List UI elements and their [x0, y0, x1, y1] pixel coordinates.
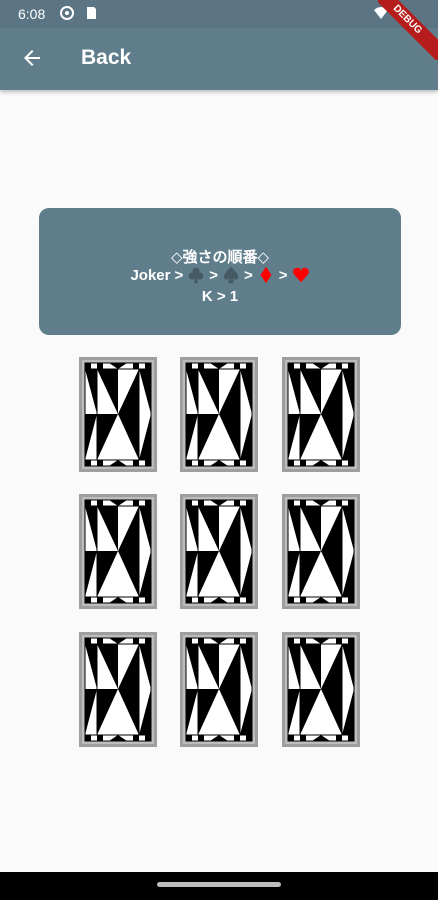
club-icon	[189, 267, 204, 284]
spade-icon	[223, 266, 239, 284]
playing-card-back[interactable]	[282, 357, 360, 472]
heart-icon	[292, 267, 309, 283]
status-time: 6:08	[18, 6, 46, 22]
separator: >	[209, 266, 219, 284]
status-bar: 6:08	[0, 0, 438, 28]
separator: >	[278, 266, 288, 284]
playing-card-back[interactable]	[79, 357, 157, 472]
strength-order-heading: ◇強さの順番◇	[170, 249, 270, 266]
debug-banner: DEBUG	[378, 0, 438, 60]
separator: >	[244, 266, 253, 284]
playing-card-back[interactable]	[79, 494, 157, 609]
separator: >	[174, 266, 184, 284]
settings-icon	[60, 6, 74, 20]
playing-card-back[interactable]	[180, 494, 258, 609]
playing-card-back[interactable]	[79, 632, 157, 747]
playing-card-back[interactable]	[180, 357, 258, 472]
playing-card-back[interactable]	[282, 494, 360, 609]
sim-card-icon	[87, 7, 96, 19]
page-title: Back	[81, 46, 132, 69]
arrow-back-icon[interactable]	[20, 46, 44, 70]
strength-order-panel: ◇強さの順番◇ Joker > > > > K > 1	[39, 208, 401, 335]
debug-ribbon-label: DEBUG	[378, 0, 438, 60]
app-bar: Back	[0, 28, 438, 90]
home-gesture-pill[interactable]	[157, 882, 281, 887]
playing-card-back[interactable]	[180, 632, 258, 747]
diamond-icon	[260, 266, 272, 284]
rank-order-line: K > 1	[201, 288, 239, 305]
joker-label: Joker	[130, 266, 171, 284]
system-nav-bar	[0, 872, 438, 900]
playing-card-back[interactable]	[282, 632, 360, 747]
suit-order-line: Joker > > > >	[39, 266, 401, 284]
